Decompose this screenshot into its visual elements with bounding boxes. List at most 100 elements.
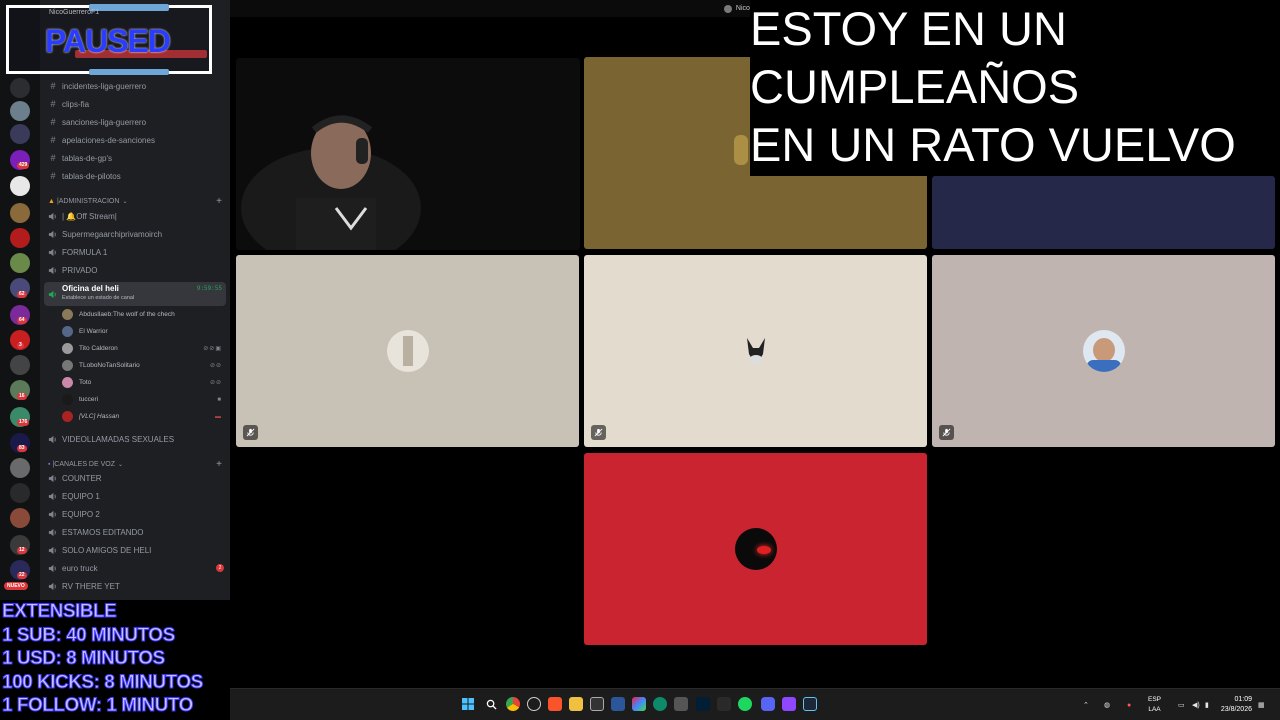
brave-icon[interactable] (548, 697, 562, 711)
server-icon[interactable] (10, 508, 30, 528)
hash-icon: # (50, 117, 56, 127)
add-channel-icon[interactable]: + (216, 196, 222, 207)
search-icon[interactable] (484, 697, 498, 711)
voice-channel[interactable]: PRIVADO (48, 262, 224, 278)
subathon-overlay: EXTENSIBLE 1 SUB: 40 MINUTOS 1 USD: 8 MI… (0, 600, 226, 720)
voice-channel[interactable]: VIDEOLLAMADAS SEXUALES (48, 431, 224, 447)
hash-icon: # (50, 135, 56, 145)
participant-tile[interactable] (932, 255, 1275, 447)
file-explorer-icon[interactable] (569, 697, 583, 711)
text-channel[interactable]: # incidentes-liga-guerrero (48, 78, 224, 94)
microphone-icon[interactable]: ● (1127, 689, 1131, 720)
text-channel[interactable]: # tablas-de-gp's (48, 150, 224, 166)
participant-tile[interactable] (236, 255, 579, 447)
server-icon[interactable] (10, 124, 30, 144)
chevron-up-icon[interactable]: ⌃ (1083, 689, 1089, 720)
windows-start-icon[interactable] (461, 697, 475, 711)
server-icon[interactable] (10, 203, 30, 223)
streamer-webcam (236, 58, 580, 250)
text-channel[interactable]: # clips-fia (48, 96, 224, 112)
chevron-down-icon: ⌄ (122, 199, 128, 205)
voice-channel[interactable]: | 🔔Off Stream| (48, 208, 224, 224)
voice-user[interactable]: TLoboNoTanSolitario ⊘⊘ (62, 358, 222, 373)
voice-channel[interactable]: Supermegaarchiprivamoirch (48, 226, 224, 242)
participant-tile[interactable] (584, 255, 927, 447)
subathon-line: 1 FOLLOW: 1 MINUTO (2, 695, 194, 717)
voice-channel[interactable]: COUNTER (48, 470, 224, 486)
avatar (62, 411, 73, 422)
server-icon[interactable] (10, 483, 30, 503)
category-administracion[interactable]: ▲ |ADMINISTRACION ⌄ + (48, 196, 222, 207)
avatar (1082, 330, 1125, 372)
network-status-icon[interactable]: ◍ (1104, 689, 1110, 720)
muted-icon: ⊘⊘ (209, 380, 222, 386)
overlay-bar (89, 69, 169, 75)
server-icon[interactable] (10, 458, 30, 478)
stream-message-line: EN UN RATO VUELVO (750, 118, 1236, 171)
subathon-line: EXTENSIBLE (2, 601, 118, 623)
voice-user[interactable]: El Warrior (62, 324, 222, 339)
participant-tile[interactable] (932, 176, 1275, 249)
hash-icon: # (50, 99, 56, 109)
voice-user[interactable]: Tito Calderon ⊘⊘▣ (62, 341, 222, 356)
server-icon[interactable] (10, 228, 30, 248)
active-voice-channel[interactable]: Oficina del heli Establece un estado de … (44, 282, 226, 306)
spotify-icon[interactable] (738, 697, 752, 711)
avatar (734, 330, 777, 372)
avatar (734, 135, 748, 165)
server-badge: 22 (17, 572, 27, 579)
speaker-icon (48, 492, 58, 501)
stream-message: ESTOY EN UN CUMPLEAÑOS EN UN RATO VUELVO (750, 0, 1280, 176)
voice-user[interactable]: Abdusllaeb:The wolf of the chech (62, 307, 222, 322)
server-icon[interactable] (10, 355, 30, 375)
copilot-icon[interactable] (632, 697, 646, 711)
terminal-icon[interactable] (590, 697, 604, 711)
voice-channel[interactable]: SOLO AMIGOS DE HELI (48, 542, 224, 558)
battery-icon[interactable]: ▮ (1205, 689, 1209, 720)
voice-channel[interactable]: FORMULA 1 (48, 244, 224, 260)
edge-icon[interactable] (653, 697, 667, 711)
category-canales-de-voz[interactable]: ▪ |CANALES DE VOZ ⌄ + (48, 459, 222, 470)
speaker-icon (48, 564, 58, 573)
participant-tile[interactable] (584, 453, 927, 645)
voice-channel[interactable]: EQUIPO 1 (48, 488, 224, 504)
add-channel-icon[interactable]: + (216, 459, 222, 470)
voice-channel[interactable]: ESTAMOS EDITANDO (48, 524, 224, 540)
text-channel[interactable]: # tablas-de-pilotos (48, 168, 224, 184)
assistant-icon[interactable] (527, 697, 541, 711)
volume-icon[interactable]: ◀) (1192, 689, 1200, 720)
language-indicator[interactable]: ESP LAA (1148, 695, 1161, 715)
obs-icon[interactable] (782, 697, 796, 711)
notifications-icon[interactable]: ▦ (1258, 689, 1265, 720)
voice-channel[interactable]: RV THERE YET (48, 578, 224, 594)
voice-channel[interactable]: euro truck 2 (48, 560, 224, 576)
word-icon[interactable] (611, 697, 625, 711)
voice-user[interactable]: [VLC] Hassan ▬ (62, 409, 222, 424)
chrome-icon[interactable] (506, 697, 520, 711)
server-icon[interactable] (10, 176, 30, 196)
display-icon[interactable]: ▭ (1178, 689, 1185, 720)
voice-user[interactable]: tucceri ■ (62, 392, 222, 407)
text-channel[interactable]: # apelaciones-de-sanciones (48, 132, 224, 148)
server-icon[interactable] (10, 101, 30, 121)
system-clock[interactable]: 01:09 23/8/2026 (1221, 695, 1252, 715)
channel-status[interactable]: Establece un estado de canal (62, 295, 134, 301)
avatar (62, 309, 73, 320)
overlay-ghost-text: NicoGuerreroF1 (49, 9, 100, 16)
muted-mic-icon (939, 425, 954, 440)
unread-badge: 2 (216, 564, 224, 572)
capcut-icon[interactable] (717, 697, 731, 711)
server-badge: 176 (17, 419, 30, 426)
text-channel[interactable]: # sanciones-liga-guerrero (48, 114, 224, 130)
discord-icon[interactable] (761, 697, 775, 711)
app-icon[interactable] (674, 697, 688, 711)
muted-icon: ⊘⊘ (209, 363, 222, 369)
voice-user[interactable]: Toto ⊘⊘ (62, 375, 222, 390)
deafened-icon: ⊘⊘▣ (203, 346, 222, 352)
server-icon[interactable] (10, 253, 30, 273)
photoshop-icon[interactable] (696, 697, 710, 711)
speaker-icon (48, 230, 58, 239)
steam-icon[interactable] (803, 697, 817, 711)
server-icon[interactable] (10, 78, 30, 98)
voice-channel[interactable]: EQUIPO 2 (48, 506, 224, 522)
